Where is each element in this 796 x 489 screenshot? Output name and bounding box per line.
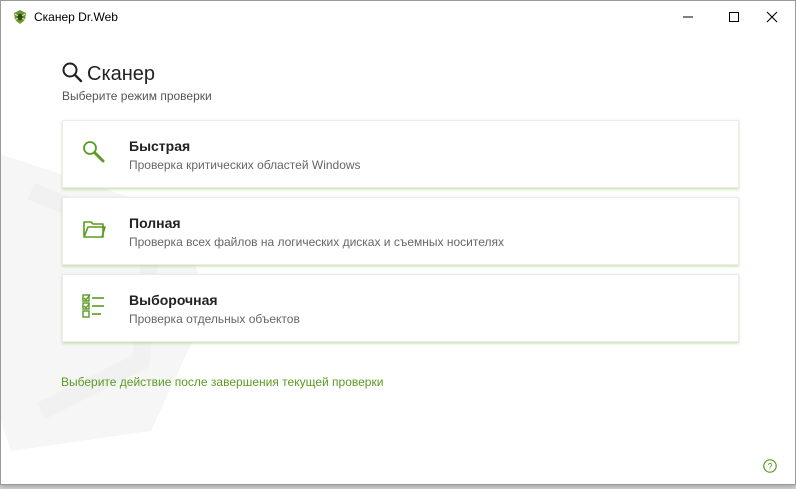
full-scan-title: Полная [129, 215, 181, 231]
page-title: Сканер [61, 61, 155, 87]
minimize-button[interactable] [665, 1, 711, 33]
close-button[interactable] [749, 1, 795, 33]
title-bar[interactable]: Сканер Dr.Web [1, 1, 795, 33]
quick-scan-card[interactable]: Быстрая Проверка критических областей Wi… [62, 120, 739, 188]
quick-scan-magnifier-icon [81, 139, 107, 165]
custom-scan-description: Проверка отдельных объектов [129, 312, 300, 326]
page-title-text: Сканер [87, 62, 156, 85]
svg-text:?: ? [767, 461, 772, 471]
quick-scan-title: Быстрая [129, 138, 191, 154]
post-scan-action-link[interactable]: Выберите действие после завершения текущ… [61, 375, 383, 389]
scanner-window: Сканер Dr.Web Сканер Выберите режим пров… [0, 0, 796, 485]
custom-scan-title: Выборочная [129, 292, 218, 308]
window-title: Сканер Dr.Web [34, 10, 118, 24]
full-scan-card[interactable]: Полная Проверка всех файлов на логически… [62, 197, 739, 265]
search-icon [61, 61, 83, 88]
quick-scan-description: Проверка критических областей Windows [129, 158, 361, 172]
drweb-spider-icon [12, 9, 28, 25]
custom-scan-card[interactable]: Выборочная Проверка отдельных объектов [62, 274, 739, 342]
help-icon[interactable]: ? [763, 459, 777, 473]
full-scan-description: Проверка всех файлов на логических диска… [129, 235, 504, 249]
page-subtitle: Выберите режим проверки [62, 89, 212, 103]
folder-icon [81, 216, 107, 242]
checklist-icon [81, 293, 107, 319]
